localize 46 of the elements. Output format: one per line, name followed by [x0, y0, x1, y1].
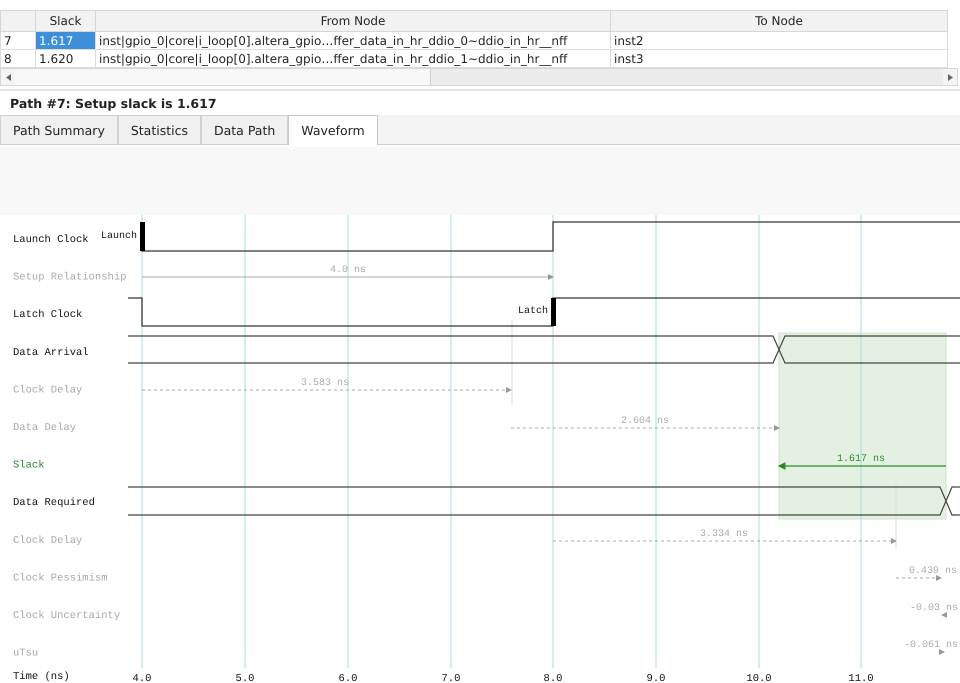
scroll-left-icon[interactable]: [6, 74, 10, 80]
tab[interactable]: Path Summary: [0, 115, 118, 144]
tab[interactable]: Statistics: [118, 115, 201, 144]
from-node-cell: inst|gpio_0|core|i_loop[0].altera_gpio…ffer_data_in_hr_ddio_0~ddio_in_hr__nff: [96, 32, 610, 50]
axis-tick-label: 4.0: [132, 673, 152, 683]
delay-arrow: [941, 612, 948, 618]
signal-label: uTsu: [13, 648, 38, 660]
delay-value: -0.061 ns: [904, 640, 958, 651]
delay-value: 2.604 ns: [621, 416, 669, 427]
column-header[interactable]: Slack: [36, 10, 96, 32]
axis-tick-label: 11.0: [848, 673, 874, 683]
edge-label: Latch: [518, 306, 548, 317]
axis-tick-label: 5.0: [236, 673, 254, 683]
axis-tick-label: 10.0: [746, 673, 772, 683]
axis-tick-label: 6.0: [338, 673, 358, 683]
signal-label: Data Arrival: [13, 346, 89, 359]
signal-label: Clock Pessimism: [13, 572, 108, 584]
column-header[interactable]: To Node: [610, 10, 948, 32]
edge-label: Launch: [100, 231, 137, 242]
to-node-cell: inst2: [610, 32, 948, 50]
signal-label: Data Delay: [13, 422, 76, 434]
tab[interactable]: Waveform: [288, 115, 378, 145]
axis-tick-label: 9.0: [646, 673, 666, 683]
signal-label: Setup Relationship: [13, 272, 126, 284]
axis-tick-label: 8.0: [544, 673, 562, 683]
column-header[interactable]: From Node: [96, 10, 610, 32]
axis-title: Time (ns): [13, 671, 70, 683]
signal-label: Clock Delay: [13, 384, 82, 396]
delay-value: -0.03 ns: [910, 603, 958, 614]
delay-arrow: [896, 575, 942, 581]
horizontal-scrollbar[interactable]: [0, 68, 958, 86]
signal-label: Clock Uncertainty: [13, 610, 120, 622]
signal-label: Clock Delay: [13, 534, 82, 547]
axis-tick-label: 7.0: [442, 673, 460, 683]
signal-label: Latch Clock: [13, 309, 82, 322]
scroll-right-icon[interactable]: [948, 74, 952, 80]
delay-value: 4.0 ns: [330, 265, 366, 276]
path-title: Path #7: Setup slack is 1.617: [10, 96, 217, 110]
tab[interactable]: Data Path: [201, 115, 288, 144]
delay-value: 0.439 ns: [908, 566, 957, 577]
signal-label: Slack: [13, 460, 45, 472]
slack-value: 1.617 ns: [837, 454, 885, 465]
delay-arrow: [938, 649, 945, 655]
signal-label: Data Required: [13, 497, 95, 510]
delay-value: 3.334 ns: [700, 529, 748, 540]
signal-label: Launch Clock: [13, 234, 89, 246]
